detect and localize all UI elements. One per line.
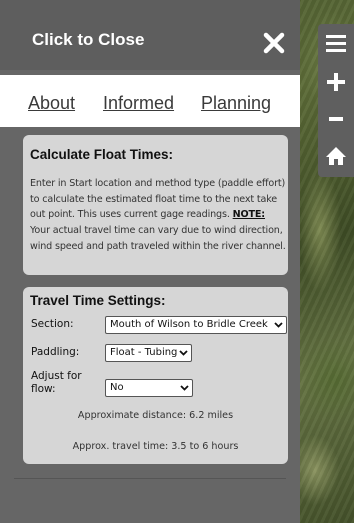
tab-planning[interactable]: Planning <box>201 93 271 114</box>
paddling-value: Float - Tubing <box>110 347 178 358</box>
panel-header[interactable]: Click to Close <box>0 0 300 70</box>
calculate-title: Calculate Float Times: <box>30 147 174 162</box>
panel-tabs: About Informed Planning <box>0 75 300 127</box>
settings-title: Travel Time Settings: <box>30 293 166 308</box>
adjust-flow-value: No <box>110 382 124 393</box>
paddling-label: Paddling: <box>31 346 80 358</box>
note-text: Your actual travel time can vary due to … <box>30 225 286 252</box>
adjust-flow-select[interactable]: No <box>105 379 193 397</box>
zoom-in-icon <box>327 73 345 91</box>
map-controls <box>318 24 354 177</box>
close-panel-title[interactable]: Click to Close <box>32 30 144 50</box>
side-panel: Click to Close About Informed Planning C… <box>0 0 300 523</box>
note-label: NOTE: <box>232 209 266 221</box>
tab-informed[interactable]: Informed <box>103 93 174 114</box>
section-label: Section: <box>31 318 74 330</box>
zoom-out-button[interactable] <box>318 101 354 137</box>
chevron-down-icon <box>179 350 188 356</box>
calculate-float-times-box: Calculate Float Times: Enter in Start lo… <box>23 135 288 275</box>
zoom-in-button[interactable] <box>318 64 354 100</box>
approximate-travel-time: Approx. travel time: 3.5 to 6 hours <box>72 441 239 452</box>
chevron-down-icon <box>180 385 189 391</box>
menu-icon <box>326 35 346 52</box>
zoom-out-icon <box>329 117 343 121</box>
home-button[interactable] <box>318 138 354 174</box>
section-value: Mouth of Wilson to Bridle Creek <box>110 319 268 330</box>
adjust-flow-label: Adjust for flow: <box>31 370 82 395</box>
paddling-select[interactable]: Float - Tubing <box>105 344 192 362</box>
menu-button[interactable] <box>318 25 354 61</box>
close-icon[interactable] <box>262 31 286 55</box>
tab-about[interactable]: About <box>28 93 75 114</box>
panel-divider <box>14 478 286 479</box>
chevron-down-icon <box>274 322 283 328</box>
home-icon <box>326 147 346 165</box>
travel-time-settings-box: Travel Time Settings: Section: Mouth of … <box>23 287 288 464</box>
approximate-distance: Approximate distance: 6.2 miles <box>77 410 234 421</box>
calculate-description: Enter in Start location and method type … <box>30 176 286 255</box>
section-select[interactable]: Mouth of Wilson to Bridle Creek <box>105 316 287 334</box>
